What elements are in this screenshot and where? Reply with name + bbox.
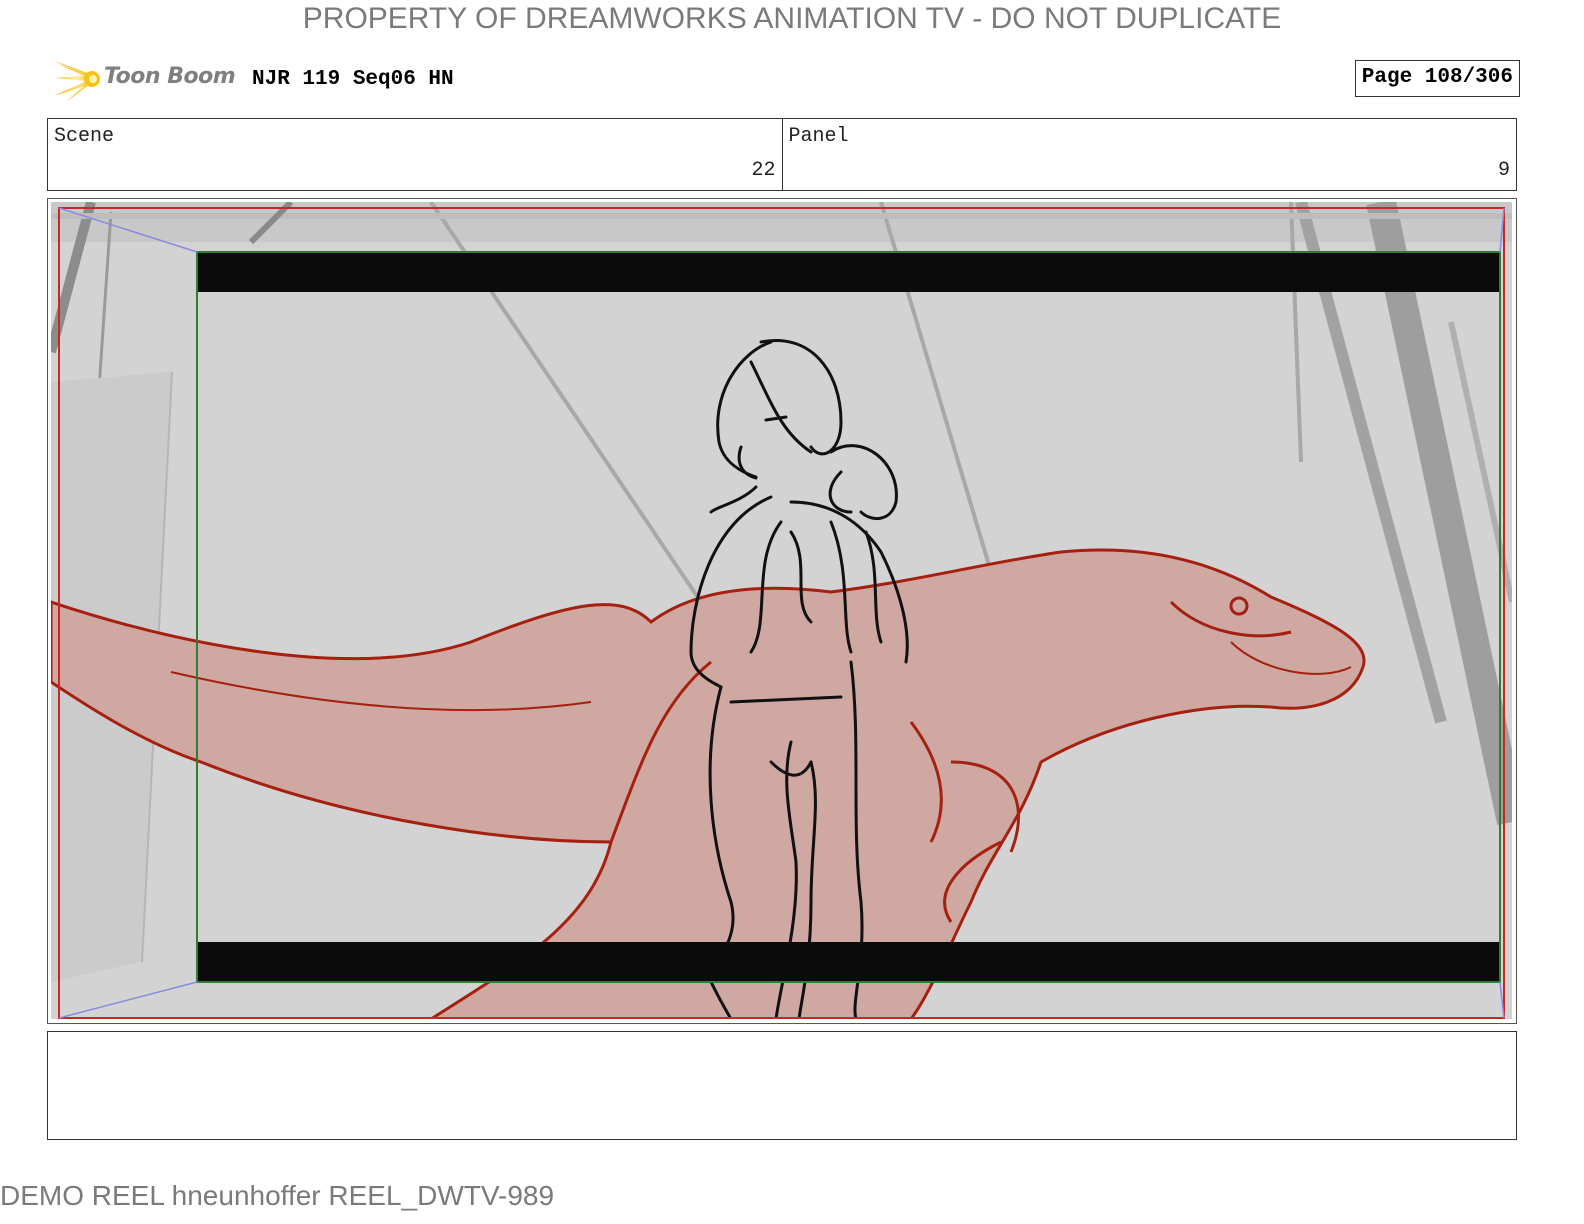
- panel-drawing: [51, 202, 1512, 1019]
- storyboard-header: Toon Boom NJR 119 Seq06 HN Page 108/306: [50, 54, 1520, 104]
- storyboard-panel: [47, 198, 1517, 1024]
- scene-cell: Scene 22: [48, 119, 782, 190]
- starburst-icon: [52, 60, 100, 102]
- logo-text: Toon Boom: [104, 64, 236, 89]
- toon-boom-logo: Toon Boom: [50, 54, 240, 104]
- project-title: NJR 119 Seq06 HN: [252, 68, 454, 91]
- scene-label: Scene: [54, 125, 115, 148]
- letterbox-top: [197, 252, 1500, 292]
- caption-box: [47, 1031, 1517, 1140]
- scene-panel-info: Scene 22 Panel 9: [47, 118, 1517, 191]
- letterbox-bottom: [197, 942, 1500, 982]
- panel-value: 9: [1497, 159, 1510, 182]
- panel-label: Panel: [788, 125, 849, 148]
- page-number: Page 108/306: [1354, 60, 1520, 97]
- panel-cell: Panel 9: [781, 119, 1517, 190]
- scene-value: 22: [751, 159, 776, 182]
- demo-reel-watermark: DEMO REEL hneunhoffer REEL_DWTV-989: [0, 1180, 555, 1211]
- copyright-watermark: PROPERTY OF DREAMWORKS ANIMATION TV - DO…: [302, 2, 1282, 35]
